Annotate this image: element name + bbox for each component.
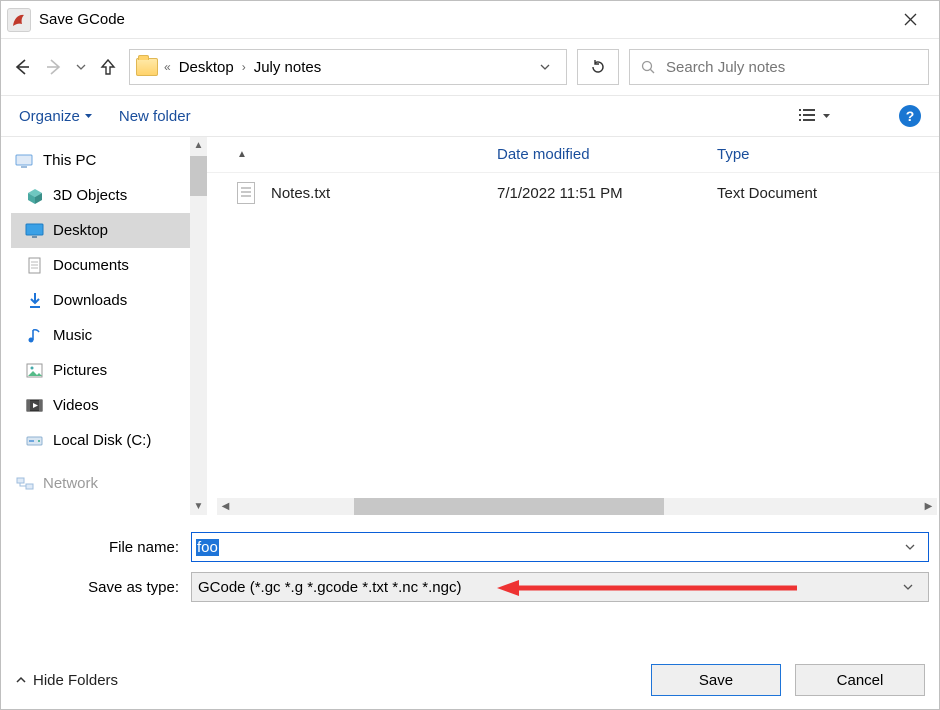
- sort-indicator-icon: ▲: [237, 150, 247, 160]
- close-button[interactable]: [887, 1, 933, 38]
- tree-documents[interactable]: Documents: [11, 248, 207, 283]
- new-folder-button[interactable]: New folder: [119, 108, 191, 125]
- chevron-icon: «: [164, 60, 171, 74]
- tree-item-label: Local Disk (C:): [53, 432, 151, 449]
- filename-dropdown[interactable]: [896, 541, 924, 553]
- desktop-icon: [25, 222, 45, 240]
- tree-item-label: Videos: [53, 397, 99, 414]
- disk-icon: [25, 432, 45, 450]
- cancel-button[interactable]: Cancel: [795, 664, 925, 696]
- tree-pictures[interactable]: Pictures: [11, 353, 207, 388]
- new-folder-label: New folder: [119, 108, 191, 125]
- pictures-icon: [25, 362, 45, 380]
- file-type: Text Document: [717, 185, 939, 202]
- network-icon: [15, 475, 35, 493]
- filename-label: File name:: [11, 539, 191, 556]
- column-type[interactable]: Type: [717, 146, 939, 163]
- scroll-down-icon[interactable]: ▼: [190, 498, 207, 515]
- chevron-right-icon: ›: [242, 60, 246, 74]
- save-button[interactable]: Save: [651, 664, 781, 696]
- cancel-label: Cancel: [837, 672, 884, 689]
- scroll-up-icon[interactable]: ▲: [190, 137, 207, 154]
- tree-item-label: Music: [53, 327, 92, 344]
- tree-downloads[interactable]: Downloads: [11, 283, 207, 318]
- breadcrumb[interactable]: July notes: [254, 59, 322, 76]
- hide-folders-button[interactable]: Hide Folders: [15, 672, 118, 689]
- tree-item-label: Documents: [53, 257, 129, 274]
- chevron-down-icon: [84, 112, 93, 121]
- address-dropdown[interactable]: [528, 61, 562, 73]
- nav-back-button[interactable]: [11, 56, 33, 78]
- search-icon: [640, 59, 656, 75]
- scroll-left-icon[interactable]: ◀: [217, 498, 234, 515]
- tree-desktop[interactable]: Desktop: [11, 213, 207, 248]
- tree-item-label: This PC: [43, 152, 96, 169]
- tree-music[interactable]: Music: [11, 318, 207, 353]
- tree-item-label: Pictures: [53, 362, 107, 379]
- tree-item-label: 3D Objects: [53, 187, 127, 204]
- pc-icon: [15, 152, 35, 170]
- tree-scrollbar[interactable]: ▲ ▼: [190, 137, 207, 515]
- tree-local-disk[interactable]: Local Disk (C:): [11, 423, 207, 458]
- tree-item-label: Desktop: [53, 222, 108, 239]
- breadcrumb[interactable]: Desktop: [179, 59, 234, 76]
- scroll-right-icon[interactable]: ▶: [920, 498, 937, 515]
- app-icon: [7, 8, 31, 32]
- nav-up-button[interactable]: [97, 56, 119, 78]
- address-bar[interactable]: « Desktop › July notes: [129, 49, 567, 85]
- search-box[interactable]: [629, 49, 929, 85]
- objects-3d-icon: [25, 187, 45, 205]
- list-header: ▲ Name Date modified Type: [207, 137, 939, 173]
- scroll-thumb[interactable]: [354, 498, 664, 515]
- save-label: Save: [699, 672, 733, 689]
- tree-network[interactable]: Network: [11, 466, 207, 501]
- organize-button[interactable]: Organize: [19, 108, 93, 125]
- tree-item-label: Downloads: [53, 292, 127, 309]
- help-button[interactable]: ?: [899, 105, 921, 127]
- tree-item-label: Network: [43, 475, 98, 492]
- saveas-value: GCode (*.gc *.g *.gcode *.txt *.nc *.ngc…: [198, 579, 461, 596]
- view-options-button[interactable]: [798, 107, 831, 125]
- list-h-scrollbar[interactable]: ◀ ▶: [217, 498, 937, 515]
- scroll-thumb[interactable]: [190, 156, 207, 196]
- navigation-tree: This PC 3D Objects Desktop Documents Dow…: [1, 137, 207, 515]
- nav-recent-dropdown[interactable]: [75, 56, 87, 78]
- chevron-down-icon: [822, 112, 831, 121]
- tree-3d-objects[interactable]: 3D Objects: [11, 178, 207, 213]
- downloads-icon: [25, 292, 45, 310]
- folder-icon: [136, 58, 158, 76]
- file-date: 7/1/2022 11:51 PM: [497, 185, 717, 202]
- filename-input[interactable]: foo: [191, 532, 929, 562]
- saveas-label: Save as type:: [11, 579, 191, 596]
- window-title: Save GCode: [39, 11, 887, 28]
- saveas-type-select[interactable]: GCode (*.gc *.g *.gcode *.txt *.nc *.ngc…: [191, 572, 929, 602]
- organize-label: Organize: [19, 108, 80, 125]
- music-icon: [25, 327, 45, 345]
- nav-forward-button[interactable]: [43, 56, 65, 78]
- file-name: Notes.txt: [271, 185, 330, 202]
- refresh-button[interactable]: [577, 49, 619, 85]
- saveas-dropdown[interactable]: [894, 581, 922, 593]
- videos-icon: [25, 397, 45, 415]
- documents-icon: [25, 257, 45, 275]
- chevron-up-icon: [15, 674, 27, 686]
- list-item[interactable]: Notes.txt 7/1/2022 11:51 PM Text Documen…: [207, 173, 939, 213]
- tree-this-pc[interactable]: This PC: [11, 143, 207, 178]
- filename-value: foo: [196, 539, 219, 556]
- hide-folders-label: Hide Folders: [33, 672, 118, 689]
- search-input[interactable]: [664, 58, 918, 77]
- text-file-icon: [237, 182, 255, 204]
- column-date[interactable]: Date modified: [497, 146, 717, 163]
- tree-videos[interactable]: Videos: [11, 388, 207, 423]
